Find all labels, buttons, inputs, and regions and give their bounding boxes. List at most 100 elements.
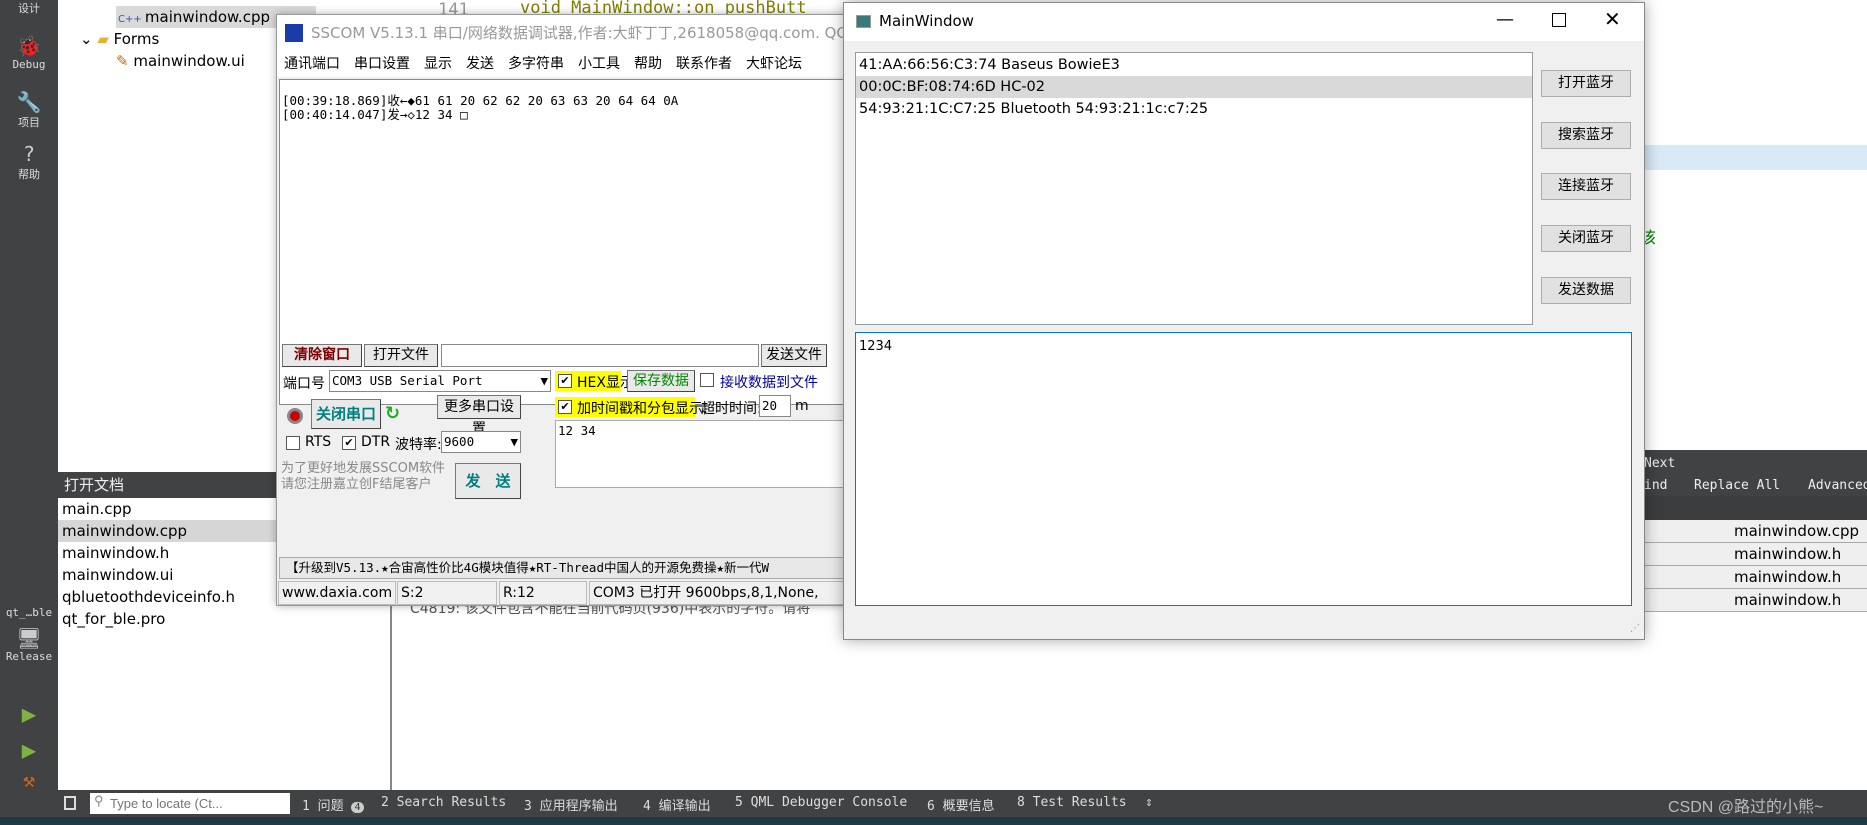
search-result-row[interactable]: mainwindow.cpp xyxy=(1644,520,1867,543)
tab-qml-debugger[interactable]: 5 QML Debugger Console xyxy=(735,795,907,810)
menu-item[interactable]: 显示 xyxy=(424,56,452,72)
tab-general-messages[interactable]: 6 概要信息 xyxy=(927,795,995,814)
connect-bluetooth-button[interactable]: 连接蓝牙 xyxy=(1541,173,1631,200)
kit-name: qt_…ble xyxy=(5,606,53,619)
promo-text[interactable]: 为了更好地发展SSCOM软件 请您注册嘉立创F结尾客户 xyxy=(281,461,445,493)
timestamp-label: 加时间戳和分包显示, xyxy=(577,401,708,417)
timeout-input[interactable]: 20 xyxy=(759,395,791,417)
locate-input[interactable] xyxy=(90,793,290,814)
watermark: CSDN @路过的小熊~ xyxy=(1668,799,1824,816)
help-icon: ? xyxy=(22,142,36,166)
save-data-button[interactable]: 保存数据 xyxy=(627,370,695,392)
menu-item[interactable]: 帮助 xyxy=(634,56,662,72)
send-button[interactable]: 发 送 xyxy=(455,463,521,499)
receive-line: [00:39:18.869]收←◆61 61 20 62 62 20 63 63… xyxy=(282,93,679,108)
menu-item[interactable]: 大虾论坛 xyxy=(746,56,802,72)
mode-projects[interactable]: 🔧 项目 xyxy=(0,90,58,130)
status-site[interactable]: www.daxia.com xyxy=(278,581,396,605)
baud-select[interactable]: 9600 ▼ xyxy=(441,431,521,453)
folder-icon: ▰ xyxy=(97,30,114,48)
sscom-app-icon xyxy=(285,24,303,42)
send-file-button[interactable]: 发送文件 xyxy=(761,344,827,367)
open-file-button[interactable]: 打开文件 xyxy=(364,344,438,367)
tab-application-output[interactable]: 3 应用程序输出 xyxy=(524,795,618,814)
menu-item[interactable]: 发送 xyxy=(466,56,494,72)
ticker-banner[interactable]: 【升级到V5.13.★合宙高性价比4G模块值得★RT-Thread中国人的开源免… xyxy=(279,557,845,579)
rts-checkbox[interactable] xyxy=(286,436,300,450)
search-result-row[interactable]: mainwindow.h xyxy=(1644,566,1867,589)
close-bluetooth-button[interactable]: 关闭蓝牙 xyxy=(1541,225,1631,252)
mode-help[interactable]: ? 帮助 xyxy=(0,142,58,182)
search-icon: ⚲ xyxy=(94,794,104,809)
replace-all-button[interactable]: Replace All xyxy=(1694,478,1780,493)
device-list[interactable]: 41:AA:66:56:C3:74 Baseus BowieE3 00:0C:B… xyxy=(855,52,1533,325)
run-icon[interactable]: ▶ xyxy=(0,700,58,728)
rts-label: RTS xyxy=(305,434,332,450)
receive-line: [00:40:14.047]发→◇12 34 □ xyxy=(282,107,468,122)
port-select[interactable]: COM3 USB Serial Port ▼ xyxy=(329,370,551,392)
open-bluetooth-button[interactable]: 打开蓝牙 xyxy=(1541,70,1631,97)
mode-label: 项目 xyxy=(18,116,40,129)
send-data-button[interactable]: 发送数据 xyxy=(1541,277,1631,304)
menu-item[interactable]: 小工具 xyxy=(578,56,620,72)
resize-grip-icon[interactable]: ⋰ xyxy=(1630,623,1640,634)
mainwindow-title-bar[interactable]: MainWindow — ✕ xyxy=(844,3,1644,41)
sscom-title-bar[interactable]: SSCOM V5.13.1 串口/网络数据调试器,作者:大虾丁丁,2618058… xyxy=(277,15,845,51)
status-received: R:12 xyxy=(499,581,587,605)
minimize-icon[interactable]: — xyxy=(1496,9,1514,30)
mainwindow: MainWindow — ✕ 41:AA:66:56:C3:74 Baseus … xyxy=(843,2,1645,640)
dropdown-arrow-icon: ▼ xyxy=(540,373,548,388)
file-path-input[interactable] xyxy=(441,344,759,367)
advanced-button[interactable]: Advanced xyxy=(1808,478,1867,493)
recv-to-file-label: 接收数据到文件 xyxy=(720,375,818,391)
mode-label: 帮助 xyxy=(18,168,40,181)
recv-to-file-checkbox[interactable] xyxy=(700,373,714,387)
tab-issues[interactable]: 1 问题 4 xyxy=(302,795,364,814)
menu-item[interactable]: 串口设置 xyxy=(354,56,410,72)
cpp-file-icon: C++ xyxy=(118,14,145,25)
monitor-icon: 🖥 xyxy=(16,626,42,650)
send-input[interactable]: 12 34 xyxy=(555,420,847,488)
close-port-button[interactable]: 关闭串口 xyxy=(311,399,381,429)
debug-run-icon[interactable]: ▶ xyxy=(0,736,58,764)
refresh-icon[interactable]: ↻ xyxy=(385,403,400,424)
tree-item[interactable]: ⌄ ▰ Forms xyxy=(80,28,159,50)
find-button[interactable]: ind xyxy=(1644,478,1667,493)
menu-item[interactable]: 联系作者 xyxy=(676,56,732,72)
maximize-icon[interactable] xyxy=(1552,13,1566,27)
mode-design[interactable]: 设计 xyxy=(0,0,58,16)
timestamp-checkbox[interactable]: ✔ xyxy=(558,400,572,414)
device-item[interactable]: 00:0C:BF:08:74:6D HC-02 xyxy=(856,76,1532,98)
sidebar-toggle-icon[interactable] xyxy=(64,796,76,810)
menu-item[interactable]: 通讯端口 xyxy=(284,56,340,72)
open-document[interactable]: qt_for_ble.pro xyxy=(58,608,390,630)
tree-item-label: mainwindow.ui xyxy=(133,52,245,70)
kit-selector[interactable]: 🖥 Release xyxy=(0,626,58,663)
mode-debug[interactable]: 🐞 Debug xyxy=(0,34,58,71)
tab-search-results[interactable]: 2 Search Results xyxy=(381,795,506,810)
menu-item[interactable]: 多字符串 xyxy=(508,56,564,72)
search-result-row[interactable]: mainwindow.h xyxy=(1644,589,1867,612)
search-result-row[interactable]: mainwindow.h xyxy=(1644,543,1867,566)
tree-item-label: mainwindow.cpp xyxy=(144,8,270,26)
close-icon[interactable]: ✕ xyxy=(1604,7,1621,31)
data-text-edit[interactable]: 1234 xyxy=(855,332,1632,606)
tab-test-results[interactable]: 8 Test Results xyxy=(1017,795,1127,810)
search-bluetooth-button[interactable]: 搜索蓝牙 xyxy=(1541,122,1631,149)
device-item[interactable]: 41:AA:66:56:C3:74 Baseus BowieE3 xyxy=(856,54,1532,76)
tree-item[interactable]: ✎ mainwindow.ui xyxy=(116,50,245,72)
build-hammer-icon[interactable]: ⚒ xyxy=(0,768,58,792)
tree-item-label: Forms xyxy=(113,30,160,48)
more-port-settings-button[interactable]: 更多串口设置 xyxy=(437,395,521,437)
hex-display-checkbox[interactable]: ✔ xyxy=(558,374,572,388)
port-label: 端口号 xyxy=(283,376,325,392)
find-next-button[interactable]: Next xyxy=(1644,456,1675,471)
device-item[interactable]: 54:93:21:1C:C7:25 Bluetooth 54:93:21:1c:… xyxy=(856,98,1532,120)
timeout-label: 超时时间: xyxy=(701,401,762,417)
port-value: COM3 USB Serial Port xyxy=(332,373,483,388)
tab-compile-output[interactable]: 4 编译输出 xyxy=(643,795,711,814)
dtr-checkbox[interactable]: ✔ xyxy=(342,436,356,450)
clear-window-button[interactable]: 清除窗口 xyxy=(282,344,362,367)
taskbar-strip xyxy=(0,817,1867,825)
more-tabs-icon[interactable]: ⇕ xyxy=(1145,795,1153,810)
